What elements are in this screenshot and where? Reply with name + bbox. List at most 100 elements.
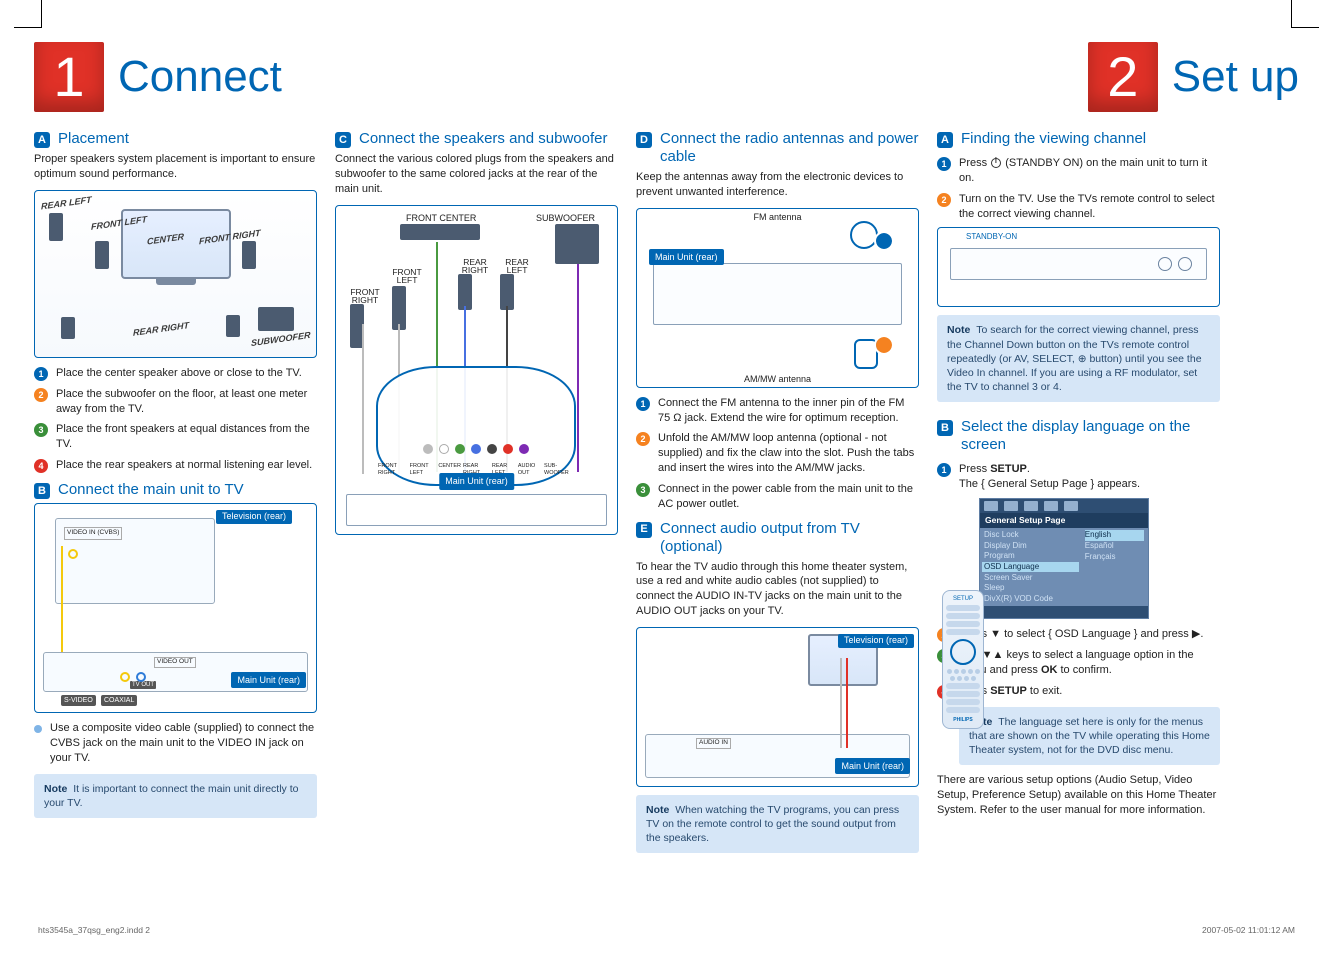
crop-mark-tr	[1291, 0, 1319, 28]
step2-marker: 2	[34, 388, 48, 402]
remote-brand: PHILIPS	[946, 717, 980, 724]
section-language-title: Select the display language on the scree…	[961, 418, 1220, 454]
main-unit-rear-strip	[346, 494, 607, 526]
section-tv-title: Connect the main unit to TV	[58, 481, 244, 499]
label-front-center: FRONT CENTER	[406, 212, 476, 224]
plug-icon	[471, 444, 481, 454]
antenna-am-icon	[854, 339, 878, 369]
label-rl: REAR LEFT	[496, 258, 538, 276]
power-icon	[991, 158, 1001, 168]
plug-icon	[487, 444, 497, 454]
remote-nav-wheel	[950, 639, 976, 665]
note-audio: Note When watching the TV programs, you …	[636, 795, 919, 854]
txt: OK	[1041, 664, 1058, 676]
badge-e: E	[636, 522, 652, 538]
label-video-out: VIDEO OUT	[154, 657, 196, 668]
step-number-1: 1	[34, 42, 104, 112]
step-text: Press ▼ to select { OSD Language } and p…	[959, 627, 1203, 642]
jack-blue	[136, 672, 146, 682]
note-tv-connect: Note It is important to connect the main…	[34, 774, 317, 818]
osd-item: Program	[984, 551, 1077, 561]
step1-marker: 1	[937, 463, 951, 477]
label-tv-out: TV OUT	[130, 681, 156, 689]
remote-setup-label: SETUP	[946, 595, 980, 603]
title-setup: Set up	[1172, 47, 1299, 106]
osd-item-selected: OSD Language	[982, 562, 1079, 572]
cable-yellow	[61, 546, 63, 666]
plug-icon	[503, 444, 513, 454]
osd-menu-left: Disc Lock Display Dim Program OSD Langua…	[980, 528, 1081, 606]
note-text: To search for the correct viewing channe…	[947, 324, 1202, 393]
badge-b2: B	[937, 420, 953, 436]
osd-option: Español	[1085, 541, 1144, 552]
footer-right: 2007-05-02 11:01:12 AM	[1202, 925, 1295, 936]
speaker-wiring-diagram: FRONT CENTER SUBWOOFER FRONT RIGHT FRONT…	[335, 205, 618, 535]
antenna-fm-icon	[850, 221, 878, 249]
cable-white	[840, 658, 842, 748]
label-svideo: S-VIDEO	[61, 695, 96, 706]
bullet-text: Use a composite video cable (supplied) t…	[50, 721, 317, 766]
callout-1	[876, 233, 892, 249]
center-speaker-icon	[400, 224, 480, 240]
footer-left: hts3545a_37qsg_eng2.indd 2	[38, 925, 150, 936]
dial-icon	[1178, 257, 1192, 271]
label-video-in: VIDEO IN (CVBS)	[64, 527, 122, 540]
txt: The { General Setup Page } appears.	[959, 478, 1140, 490]
osd-option: Français	[1085, 552, 1144, 563]
badge-c: C	[335, 132, 351, 148]
wire	[362, 324, 364, 474]
channel-diagram: STANDBY-ON	[937, 227, 1220, 307]
label-audio-in: AUDIO IN	[696, 738, 731, 749]
section-placement-title: Placement	[58, 130, 129, 148]
main-unit-label: Main Unit (rear)	[835, 758, 910, 774]
audio-lead: To hear the TV audio through this home t…	[636, 560, 919, 619]
section-speakers-title: Connect the speakers and subwoofer	[359, 130, 608, 148]
note-text: It is important to connect the main unit…	[44, 783, 298, 809]
section-audio-title: Connect audio output from TV (optional)	[660, 520, 919, 556]
tail-text: There are various setup options (Audio S…	[937, 773, 1220, 818]
label-coaxial: COAXIAL	[101, 695, 137, 706]
socket-label: AUDIO OUT	[518, 463, 542, 478]
txt: .	[1027, 463, 1030, 475]
main-unit-label: Main Unit (rear)	[231, 672, 306, 688]
step3-marker: 3	[636, 483, 650, 497]
osd-screenshot: General Setup Page Disc Lock Display Dim…	[979, 498, 1149, 619]
speaker-icon	[500, 274, 514, 310]
txt: SETUP	[990, 463, 1027, 475]
placement-diagram: REAR LEFT FRONT LEFT CENTER FRONT RIGHT …	[34, 190, 317, 358]
label-subwoofer: SUBWOOFER	[536, 212, 595, 224]
section-viewing-title: Finding the viewing channel	[961, 130, 1146, 148]
main-unit-rear	[653, 263, 902, 325]
section-radio-title: Connect the radio antennas and power cab…	[660, 130, 919, 166]
plug-icon	[439, 444, 449, 454]
radio-lead: Keep the antennas away from the electron…	[636, 170, 919, 200]
osd-item: Disc Lock	[984, 530, 1077, 540]
txt: to confirm.	[1057, 664, 1111, 676]
osd-option-selected: English	[1085, 530, 1144, 541]
main-unit-label: Main Unit (rear)	[649, 249, 724, 265]
txt: Press	[959, 463, 990, 475]
txt: Press	[959, 157, 990, 169]
label-rr: REAR RIGHT	[454, 258, 496, 276]
step-text: Connect in the power cable from the main…	[658, 482, 919, 512]
step-text: Turn on the TV. Use the TVs remote contr…	[959, 192, 1220, 222]
label-rear-right: REAR RIGHT	[133, 319, 189, 339]
badge-d: D	[636, 132, 652, 148]
radio-diagram: FM antenna Main Unit (rear) AM/MW antenn…	[636, 208, 919, 388]
osd-item: Sleep	[984, 583, 1077, 593]
badge-a: A	[34, 132, 50, 148]
standby-label: STANDBY-ON	[966, 232, 1017, 243]
step-text: Place the subwoofer on the floor, at lea…	[56, 387, 317, 417]
step-text: Connect the FM antenna to the inner pin …	[658, 396, 919, 426]
speaker-icon	[242, 241, 256, 269]
step4-marker: 4	[34, 459, 48, 473]
tv-rear-panel: VIDEO IN (CVBS)	[55, 518, 215, 604]
tv-connect-diagram: Television (rear) VIDEO IN (CVBS) VIDEO …	[34, 503, 317, 713]
title-connect: Connect	[118, 47, 282, 106]
step1-marker: 1	[937, 157, 951, 171]
plug-icon	[519, 444, 529, 454]
step1-marker: 1	[34, 367, 48, 381]
step1-marker: 1	[636, 397, 650, 411]
step-number-2: 2	[1088, 42, 1158, 112]
speaker-icon	[226, 315, 240, 337]
